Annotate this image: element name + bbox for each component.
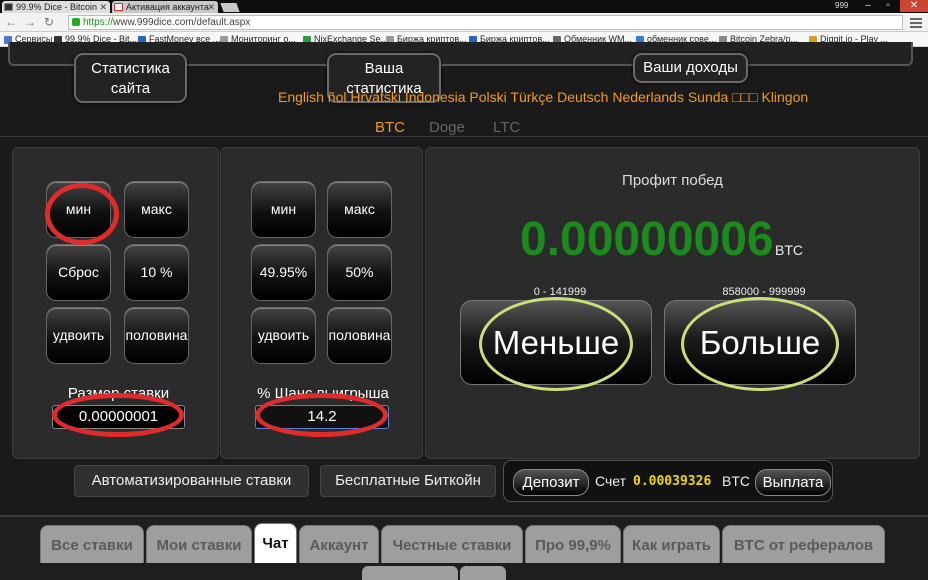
bet-min-button[interactable]: мин [46,181,111,238]
maximize-icon[interactable]: ▫ [880,0,896,12]
new-tab-button[interactable] [220,3,240,12]
profit-title: Профит побед [622,172,723,189]
reload-icon[interactable]: ↻ [44,15,54,29]
close-icon[interactable]: ✕ [99,1,107,13]
coin-tab-btc[interactable]: BTC [375,119,405,136]
tab-about[interactable]: Про 99,9% [525,525,621,563]
lock-icon [72,18,80,26]
dice-favicon-icon [4,3,13,11]
gmail-favicon-icon [114,3,123,11]
bet-reset-button[interactable]: Сброс [46,244,111,301]
bet-size-input[interactable]: 0.00000001 [52,405,185,429]
tab-title: 99.9% Dice - Bitcoin [16,2,98,12]
site-stats-button[interactable]: Статистика сайта [74,53,187,103]
profit-unit: BTC [775,242,803,258]
tab-fair-bets[interactable]: Честные ставки [381,525,523,563]
browser-tab-activation[interactable]: Активация аккаунта ✕ [112,1,218,13]
language-list[interactable]: English ñol Hrvatski Indonesia Polski Tü… [278,89,808,105]
site-content: Статистика сайта Ваша статистика Ваши до… [0,42,928,580]
coin-tab-doge[interactable]: Doge [429,119,465,136]
low-range: 0 - 141999 [533,286,587,298]
roll-high-button[interactable]: Больше [664,300,856,385]
window-badge: 999 [835,1,849,10]
chance-max-button[interactable]: макс [327,181,392,238]
bet-max-button[interactable]: макс [124,181,189,238]
tab-chat[interactable]: Чат [254,523,297,563]
account-label: Счет [595,473,626,489]
chance-double-button[interactable]: удвоить [251,307,316,364]
win-chance-input[interactable]: 14.2 [255,405,389,429]
roll-low-button[interactable]: Меньше [460,300,652,385]
balance-value: 0.00039326 [633,474,712,489]
minimize-icon[interactable]: – [860,0,876,12]
tab-row-2[interactable] [460,566,506,580]
close-window-icon[interactable]: ✕ [900,0,928,12]
tab-row-2[interactable] [362,566,458,580]
close-icon[interactable]: ✕ [207,1,215,13]
chance-50-button[interactable]: 50% [327,244,392,301]
your-income-button[interactable]: Ваши доходы [633,53,748,83]
divider [0,136,928,137]
free-btc-button[interactable]: Бесплатные Биткойн [320,465,496,497]
bet-size-label: Размер ставки [67,385,170,402]
chance-min-button[interactable]: мин [251,181,316,238]
profit-value: 0.00000006 [520,213,774,266]
url-path: www.999dice.com/default.aspx [113,17,251,28]
chance-4995-button[interactable]: 49.95% [251,244,316,301]
tab-my-bets[interactable]: Мои ставки [146,525,252,563]
tab-how-to-play[interactable]: Как играть [623,525,720,563]
address-bar: ← → ↻ https://www.999dice.com/default.as… [0,13,928,32]
win-chance-label: % Шанс выигрыша [257,385,389,402]
tab-account[interactable]: Аккаунт [299,525,379,563]
tab-referrals[interactable]: BTC от рефералов [722,525,885,563]
bet-10pct-button[interactable]: 10 % [124,244,189,301]
forward-icon[interactable]: → [24,15,36,29]
tab-title: Активация аккаунта [126,2,209,12]
bet-half-button[interactable]: половина [124,307,189,364]
high-range: 858000 - 999999 [722,286,806,298]
url-protocol: https:// [83,17,114,28]
auto-bets-button[interactable]: Автоматизированные ставки [74,465,309,497]
back-icon[interactable]: ← [5,15,17,29]
browser-tab-strip: 99.9% Dice - Bitcoin ✕ Активация аккаунт… [0,0,928,13]
screen: 99.9% Dice - Bitcoin ✕ Активация аккаунт… [0,0,928,580]
deposit-button[interactable]: Депозит [513,469,589,496]
withdraw-button[interactable]: Выплата [755,469,831,496]
url-field[interactable]: https://www.999dice.com/default.aspx [68,15,903,30]
browser-menu-icon[interactable] [910,16,922,28]
browser-tab-dice[interactable]: 99.9% Dice - Bitcoin ✕ [2,1,110,13]
coin-tab-ltc[interactable]: LTC [493,119,520,136]
chance-half-button[interactable]: половина [327,307,392,364]
balance-unit: BTC [722,473,750,489]
bet-double-button[interactable]: удвоить [46,307,111,364]
tab-all-bets[interactable]: Все ставки [40,525,144,563]
